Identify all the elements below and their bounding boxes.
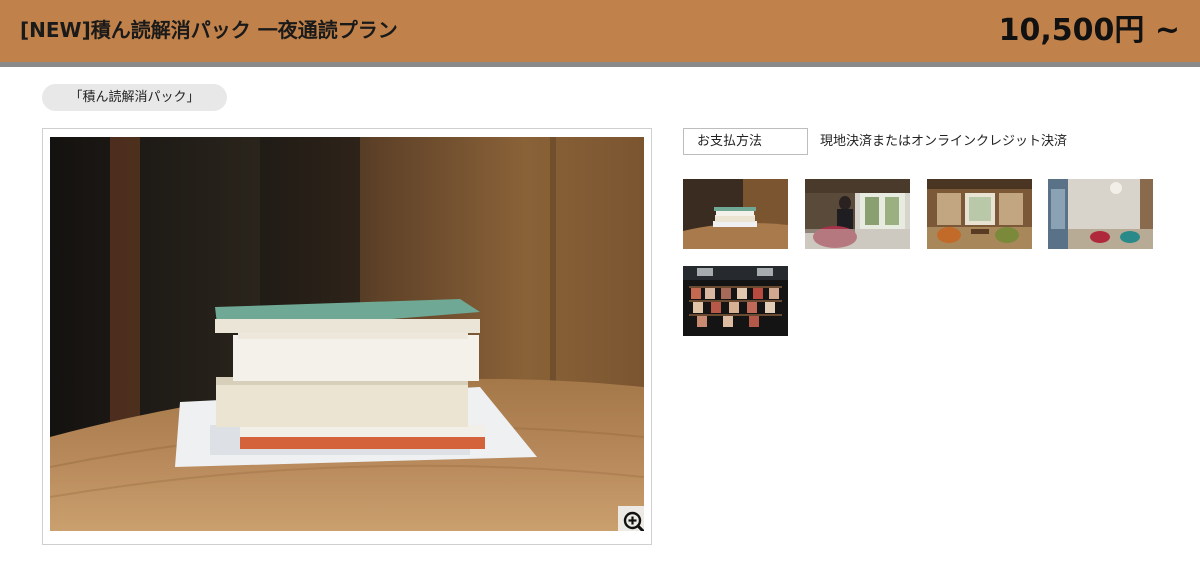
thumbnail-lounge-room[interactable] [1048,179,1153,249]
thumbnail-tatami-room[interactable] [927,179,1032,249]
payment-method-value: 現地決済またはオンラインクレジット決済 [820,134,1068,149]
thumbnail-reading[interactable] [805,179,910,249]
header-bar: [NEW]積ん読解消パック 一夜通読プラン 10,500円 ~ [0,0,1200,62]
thumbnail-books[interactable] [683,179,788,249]
zoom-in-icon [623,511,644,531]
thumbnail-bookshelf[interactable] [683,266,788,336]
plan-title: [NEW]積ん読解消パック 一夜通読プラン [20,18,398,42]
zoom-button[interactable] [618,506,644,531]
header-divider [0,62,1200,67]
main-image[interactable] [50,137,644,531]
payment-method-label: お支払方法 [683,128,808,155]
price: 10,500円 ~ [998,13,1180,48]
main-image-frame [42,128,652,545]
plan-tag[interactable]: 「積ん読解消パック」 [42,84,227,111]
